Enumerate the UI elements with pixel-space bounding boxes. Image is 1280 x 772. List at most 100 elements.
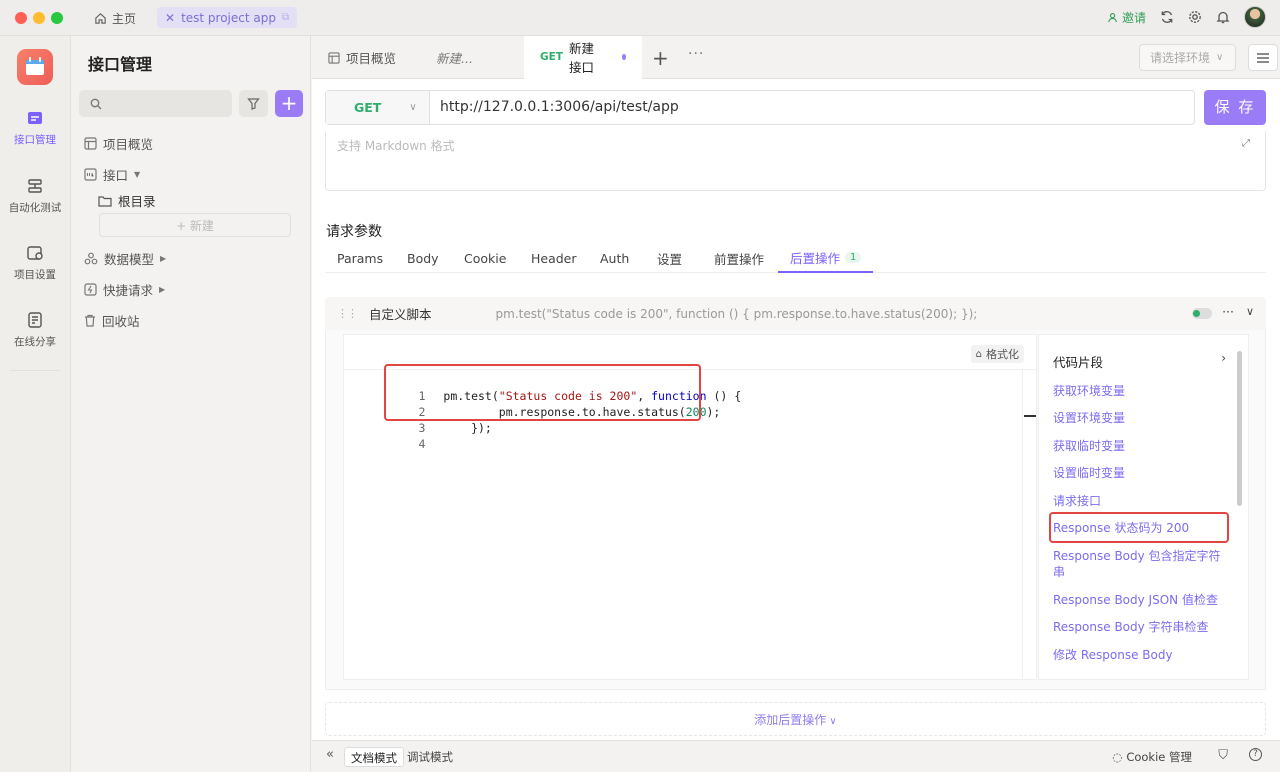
nav-online-share-label: 在线分享 xyxy=(14,336,56,348)
snippet-item[interactable]: 请求接口 xyxy=(1053,493,1228,509)
unsaved-dot xyxy=(621,53,626,60)
tree-item-api[interactable]: 接口 ▼ xyxy=(84,165,140,184)
drag-handle-icon[interactable]: ⋮⋮ xyxy=(337,307,358,320)
api-folder-icon xyxy=(84,168,97,181)
chevron-down-icon[interactable]: ∨ xyxy=(1246,305,1254,318)
snippet-item[interactable]: Response Body 包含指定字符串 xyxy=(1053,548,1228,580)
expand-icon[interactable]: ⤢ xyxy=(1242,138,1250,149)
script-title: 自定义脚本 xyxy=(369,307,432,322)
enable-toggle[interactable] xyxy=(1192,308,1212,319)
code-editor[interactable]: ⌂ 格式化 1 pm.test("Status code is 200", fun… xyxy=(343,334,1037,680)
tab-body[interactable]: Body xyxy=(395,243,451,273)
url-input[interactable]: http://127.0.0.1:3006/api/test/app xyxy=(440,91,679,124)
close-tab-icon[interactable]: ✕ xyxy=(165,11,175,25)
format-label: 格式化 xyxy=(986,348,1019,361)
chevron-down-icon: ∨ xyxy=(826,716,837,727)
tree-item-quick-request[interactable]: 快捷请求 ▶ xyxy=(84,280,165,299)
script-body: ⌂ 格式化 1 pm.test("Status code is 200", fun… xyxy=(325,330,1266,690)
nav-automation-test[interactable]: 自动化测试 xyxy=(0,177,70,215)
tab-pre-processors[interactable]: 前置操作 xyxy=(702,243,776,273)
format-button[interactable]: ⌂ 格式化 xyxy=(970,345,1024,363)
tab-new-api[interactable]: GET 新建接口 xyxy=(524,36,642,79)
bell-icon[interactable] xyxy=(1216,10,1230,24)
snippet-item[interactable]: 获取环境变量 xyxy=(1053,383,1228,399)
more-tabs-icon[interactable]: ··· xyxy=(688,46,704,62)
add-user-icon xyxy=(1108,12,1117,22)
add-tab-button[interactable]: + xyxy=(652,46,669,70)
search-input[interactable] xyxy=(79,90,232,117)
chevron-right-icon[interactable]: › xyxy=(1221,351,1226,365)
request-params-title: 请求参数 xyxy=(326,224,382,240)
snippet-item[interactable]: 设置临时变量 xyxy=(1053,465,1228,481)
new-item-button[interactable]: + 新建 xyxy=(99,213,291,237)
tree-item-recycle-bin-label: 回收站 xyxy=(102,314,140,329)
tree-item-data-model[interactable]: 数据模型 ▶ xyxy=(84,249,166,268)
secondary-sidebar: 接口管理 + 项目概览 接口 ▼ 根目录 + 新建 数据模型 ▶ 快捷请求 ▶ … xyxy=(72,36,311,772)
tab-post-processors[interactable]: 后置操作 1 xyxy=(778,243,874,273)
app-logo[interactable] xyxy=(17,49,53,85)
nav-project-settings[interactable]: 项目设置 xyxy=(0,244,70,282)
snippets-scrollbar[interactable] xyxy=(1237,351,1242,506)
doc-mode-button[interactable]: 文档模式 xyxy=(344,747,404,767)
collapse-sidebar-icon[interactable]: « xyxy=(326,747,334,762)
primary-nav: 接口管理 自动化测试 项目设置 在线分享 xyxy=(0,36,71,772)
calendar-logo-icon xyxy=(26,57,44,75)
tree-item-data-model-label: 数据模型 xyxy=(104,252,155,267)
method-label: GET xyxy=(354,100,382,115)
snippet-item[interactable]: Response Body JSON 值检查 xyxy=(1053,592,1228,608)
tab-settings[interactable]: 设置 xyxy=(645,243,694,273)
sync-icon[interactable] xyxy=(1160,10,1174,24)
script-preview: pm.test("Status code is 200", function (… xyxy=(495,306,978,321)
project-tab[interactable]: ✕ test project app ⧉ xyxy=(157,7,298,28)
editor-scrollbar[interactable] xyxy=(1022,369,1036,679)
tab-new[interactable]: 新建... xyxy=(420,36,489,79)
script-header[interactable]: ⋮⋮ 自定义脚本 pm.test("Status code is 200", f… xyxy=(325,297,1266,330)
tab-overview[interactable]: 项目概览 xyxy=(312,36,412,79)
tab-new-label: 新建... xyxy=(436,51,473,66)
avatar[interactable] xyxy=(1244,6,1266,28)
more-icon[interactable]: ··· xyxy=(1222,304,1234,319)
help-icon[interactable]: ? xyxy=(1249,748,1262,761)
add-post-processor-button[interactable]: 添加后置操作 ∨ xyxy=(325,702,1266,736)
invite-button[interactable]: 邀请 xyxy=(1108,9,1146,26)
tab-params[interactable]: Params xyxy=(325,243,395,273)
snippets-title: 代码片段 xyxy=(1053,355,1104,370)
nav-api-management-label: 接口管理 xyxy=(14,134,56,146)
description-textarea[interactable]: 支持 Markdown 格式 xyxy=(325,131,1266,191)
tab-method-label: GET xyxy=(540,50,563,63)
external-link-icon[interactable]: ⧉ xyxy=(282,12,289,23)
invite-label: 邀请 xyxy=(1121,10,1146,25)
tab-header[interactable]: Header xyxy=(519,243,589,273)
close-window-button[interactable] xyxy=(15,12,27,24)
environment-select[interactable]: 请选择环境 ∨ xyxy=(1139,44,1236,71)
caret-right-icon: ▶ xyxy=(159,285,166,294)
filter-button[interactable] xyxy=(239,90,268,117)
nav-api-management[interactable]: 接口管理 xyxy=(0,109,70,147)
automation-test-icon xyxy=(28,179,42,193)
tree-item-root-dir-label: 根目录 xyxy=(118,194,156,209)
debug-mode-button[interactable]: 调试模式 xyxy=(401,747,459,767)
save-button[interactable]: 保 存 xyxy=(1204,90,1266,125)
gear-icon[interactable] xyxy=(1188,10,1202,24)
home-tab[interactable]: 主页 xyxy=(94,8,136,28)
snippet-item[interactable]: 获取临时变量 xyxy=(1053,438,1228,454)
snippet-item[interactable]: 修改 Response Body xyxy=(1053,647,1228,663)
tree-item-overview[interactable]: 项目概览 xyxy=(84,134,153,153)
tree-item-root-dir[interactable]: 根目录 xyxy=(98,191,156,210)
add-button[interactable]: + xyxy=(275,90,303,117)
tree-item-recycle-bin[interactable]: 回收站 xyxy=(84,311,140,330)
project-settings-icon xyxy=(27,246,43,260)
menu-button[interactable] xyxy=(1248,44,1278,71)
cookie-manager-button[interactable]: ◌ Cookie 管理 xyxy=(1112,749,1192,765)
minimize-window-button[interactable] xyxy=(33,12,45,24)
shirt-icon[interactable]: ⛉ xyxy=(1218,748,1228,763)
home-tab-label: 主页 xyxy=(112,11,137,26)
snippet-item[interactable]: 设置环境变量 xyxy=(1053,410,1228,426)
snippet-item[interactable]: Response Body 字符串检查 xyxy=(1053,619,1228,635)
tab-cookie[interactable]: Cookie xyxy=(452,243,518,273)
tab-auth[interactable]: Auth xyxy=(588,243,641,273)
method-select[interactable]: GET ∨ xyxy=(326,91,430,124)
maximize-window-button[interactable] xyxy=(51,12,63,24)
main-panel: 项目概览 新建... GET 新建接口 + ··· 请选择环境 ∨ GET ∨ … xyxy=(312,36,1280,772)
nav-online-share[interactable]: 在线分享 xyxy=(0,311,70,349)
